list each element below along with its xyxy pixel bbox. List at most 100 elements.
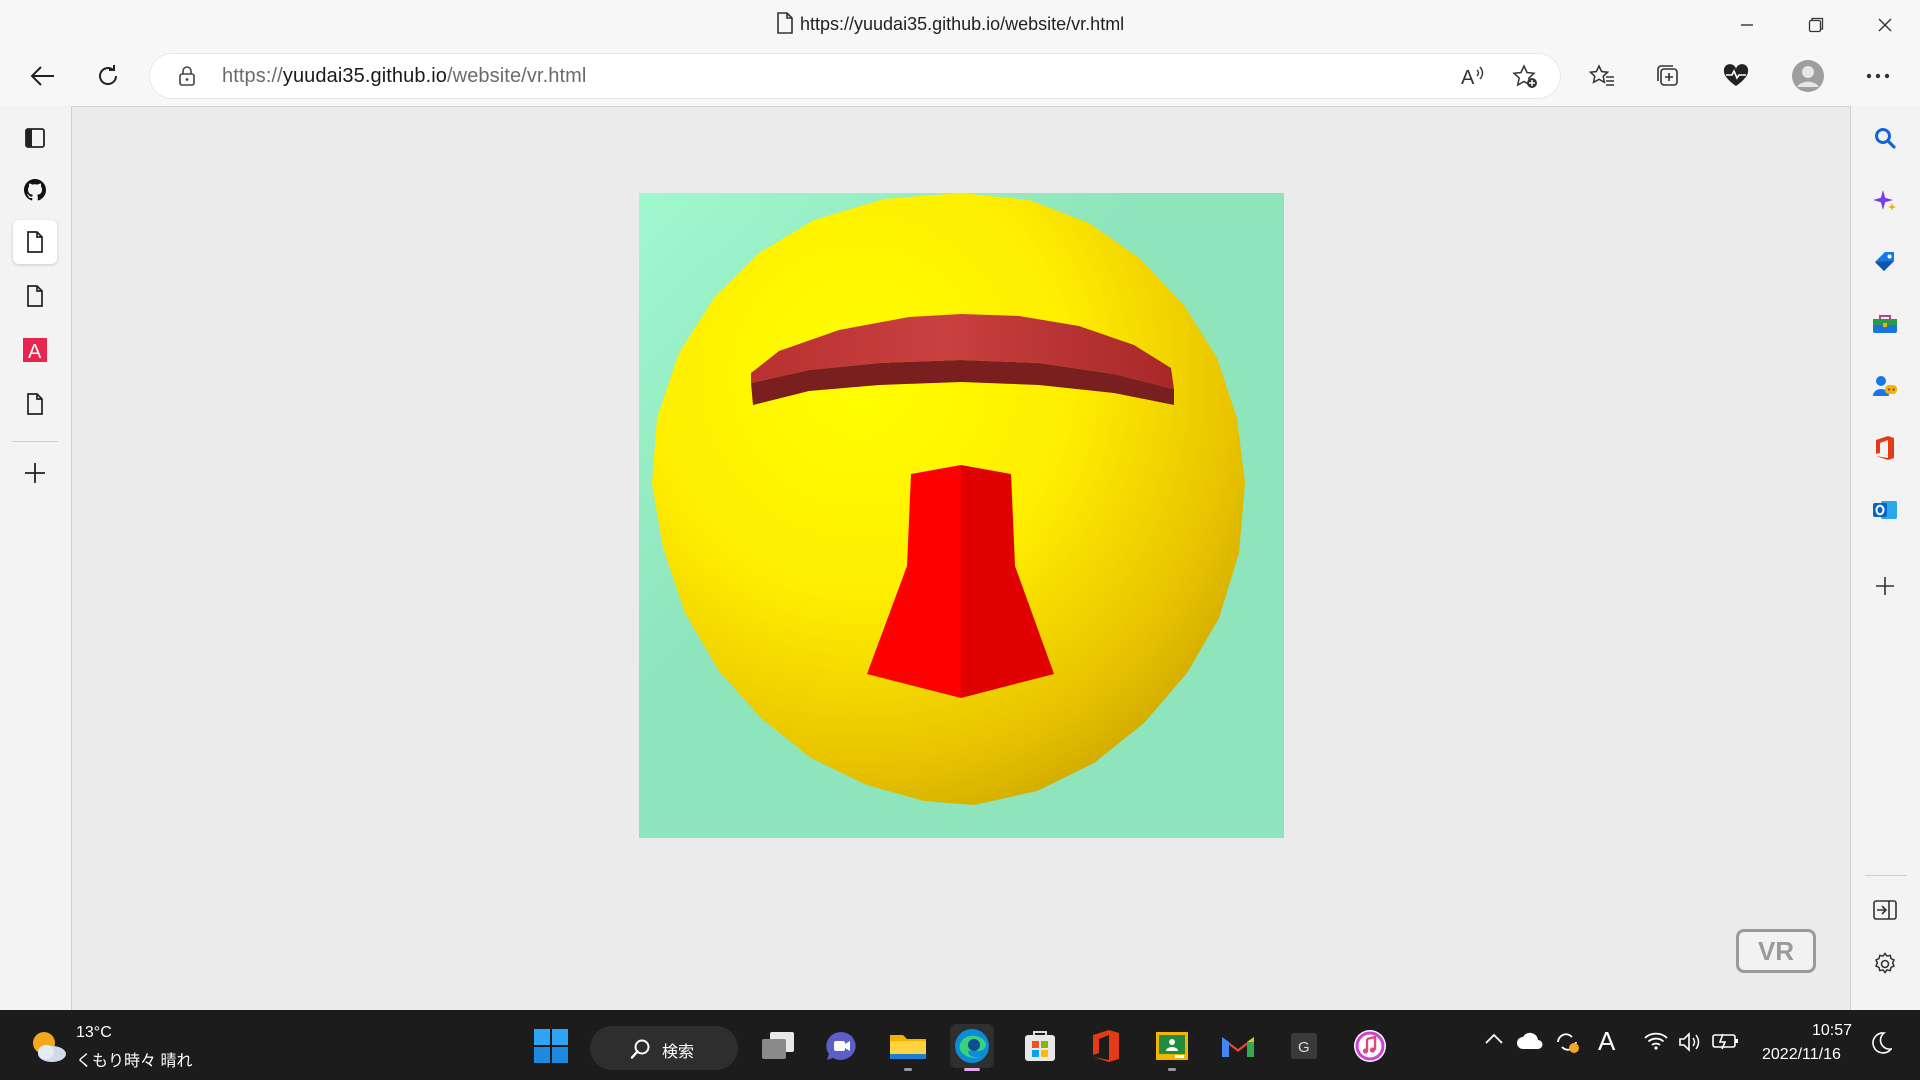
clock-date[interactable]: 2022/11/16 — [1762, 1046, 1841, 1064]
enter-vr-button[interactable]: VR — [1736, 929, 1816, 973]
vr-face-render — [652, 193, 1245, 805]
collections-button[interactable] — [1648, 56, 1688, 96]
browser-essentials-button[interactable] — [1716, 56, 1756, 96]
gmail-button[interactable] — [1216, 1024, 1260, 1068]
sidebar-search-button[interactable] — [1863, 116, 1907, 160]
sync-icon[interactable] — [1554, 1030, 1580, 1059]
sidebar-add-button[interactable] — [1863, 564, 1907, 608]
page-icon — [27, 393, 43, 415]
edge-sidebar — [1851, 106, 1920, 1010]
url-text[interactable]: https://yuudai35.github.io/website/vr.ht… — [222, 65, 586, 88]
app-g-button[interactable]: G — [1282, 1024, 1326, 1068]
plus-icon — [25, 463, 45, 483]
sidebar-office-button[interactable] — [1863, 426, 1907, 470]
new-tab-button[interactable] — [13, 451, 57, 495]
svg-text:A: A — [28, 341, 42, 362]
tab-page-2[interactable] — [13, 274, 57, 318]
music-icon — [1354, 1030, 1386, 1062]
office-taskbar-button[interactable] — [1084, 1024, 1128, 1068]
vertical-tabs-sidebar: A — [0, 106, 70, 1010]
minimize-button[interactable] — [1724, 8, 1770, 42]
ime-indicator[interactable]: A — [1598, 1026, 1615, 1057]
gmail-icon — [1222, 1037, 1254, 1057]
sidebar-discover-button[interactable] — [1863, 178, 1907, 222]
close-icon — [1878, 18, 1892, 32]
tag-icon — [1875, 252, 1894, 271]
sidebar-shopping-button[interactable] — [1863, 240, 1907, 284]
clock-time[interactable]: 10:57 — [1812, 1022, 1852, 1040]
tab-actions-icon — [25, 128, 45, 148]
itunes-button[interactable] — [1348, 1024, 1392, 1068]
window-title: https://yuudai35.github.io/website/vr.ht… — [800, 14, 1125, 34]
store-button[interactable] — [1018, 1024, 1062, 1068]
store-icon — [1025, 1031, 1055, 1061]
chat-icon — [826, 1031, 856, 1060]
sidebar-outlook-button[interactable] — [1863, 488, 1907, 532]
tab-actions-button[interactable] — [13, 116, 57, 160]
document-icon — [776, 12, 794, 39]
classroom-button[interactable] — [1150, 1024, 1194, 1071]
favorites-icon — [1589, 64, 1614, 86]
office-icon — [1876, 436, 1894, 460]
read-aloud-icon[interactable]: A — [1460, 64, 1486, 93]
sidebar-games-button[interactable] — [1863, 364, 1907, 408]
tab-active-page[interactable] — [13, 220, 57, 264]
tab-github[interactable] — [13, 168, 57, 212]
edge-taskbar-button[interactable] — [950, 1024, 994, 1071]
teams-chat-button[interactable] — [820, 1024, 864, 1068]
collections-icon — [1657, 65, 1678, 86]
gear-icon — [1875, 952, 1895, 974]
onedrive-icon[interactable] — [1516, 1032, 1544, 1055]
close-button[interactable] — [1862, 8, 1908, 42]
windows-taskbar: 13°C くもり時々 晴れ 検索 G A 10:57 2022/11/16 — [0, 1010, 1920, 1080]
tab-a-app[interactable]: A — [13, 328, 57, 372]
sparkle-icon — [1873, 190, 1896, 211]
favorites-button[interactable] — [1582, 56, 1622, 96]
vr-scene-canvas[interactable] — [639, 193, 1284, 838]
classroom-icon — [1156, 1032, 1188, 1060]
sidebar-divider — [1865, 875, 1907, 876]
volume-icon[interactable] — [1678, 1032, 1702, 1057]
outlook-icon — [1873, 501, 1897, 519]
weather-description: くもり時々 晴れ — [76, 1053, 193, 1070]
add-favorite-icon[interactable] — [1512, 64, 1540, 95]
sidebar-divider — [12, 441, 58, 442]
edge-icon — [955, 1029, 989, 1063]
weather-widget[interactable] — [28, 1028, 68, 1069]
taskbar-search-box[interactable]: 検索 — [590, 1026, 738, 1070]
windows-logo-icon — [534, 1029, 568, 1063]
sidebar-tools-button[interactable] — [1863, 302, 1907, 346]
weather-temperature: 13°C — [76, 1024, 112, 1041]
battery-icon[interactable] — [1712, 1032, 1740, 1055]
address-bar[interactable]: https://yuudai35.github.io/website/vr.ht… — [150, 54, 1560, 98]
sidebar-collapse-icon — [1873, 900, 1897, 920]
settings-more-button[interactable] — [1858, 56, 1898, 96]
tab-page-3[interactable] — [13, 382, 57, 426]
focus-moon-icon[interactable] — [1872, 1032, 1893, 1059]
sidebar-settings-button[interactable] — [1863, 942, 1907, 986]
github-icon — [24, 179, 46, 201]
task-view-button[interactable] — [756, 1024, 800, 1068]
wifi-icon[interactable] — [1644, 1032, 1668, 1055]
plus-icon — [1876, 577, 1894, 595]
start-button[interactable] — [529, 1024, 573, 1068]
profile-button[interactable] — [1788, 56, 1828, 96]
file-explorer-button[interactable] — [886, 1024, 930, 1071]
restore-icon — [1808, 17, 1824, 33]
hide-sidebar-button[interactable] — [1863, 888, 1907, 932]
page-icon — [27, 285, 43, 307]
lock-icon[interactable] — [178, 66, 196, 91]
svg-text:G: G — [1298, 1039, 1310, 1056]
back-button[interactable] — [22, 56, 62, 96]
minimize-icon — [1741, 24, 1753, 26]
restore-button[interactable] — [1793, 8, 1839, 42]
search-icon — [1875, 128, 1896, 149]
search-icon — [630, 1039, 650, 1059]
partly-sunny-icon — [33, 1032, 66, 1062]
show-hidden-icons-button[interactable] — [1484, 1032, 1504, 1051]
refresh-button[interactable] — [88, 56, 128, 96]
search-label: 検索 — [662, 1044, 695, 1061]
games-icon — [1873, 376, 1897, 396]
task-view-icon — [762, 1032, 794, 1059]
avatar-icon — [1792, 60, 1824, 92]
